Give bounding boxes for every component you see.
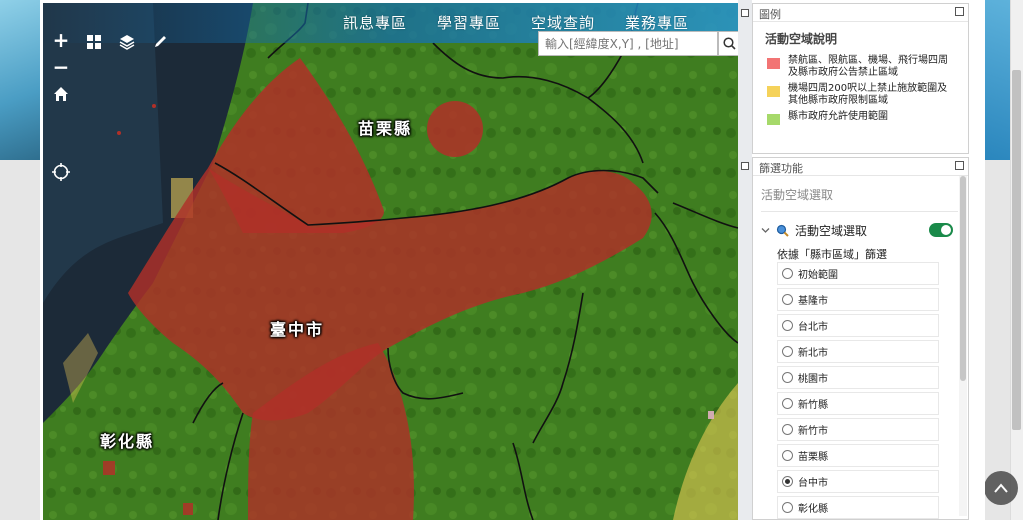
legend-item: 禁航區、限航區、機場、飛行場四周及縣市政府公告禁止區域: [767, 55, 968, 79]
chevron-down-icon[interactable]: [761, 226, 770, 235]
restricted-zone-circle: [427, 101, 483, 157]
radio-button[interactable]: [782, 320, 793, 331]
radio-option[interactable]: 新北市: [777, 340, 939, 363]
legend-item-label: 機場四周200呎以上禁止施放範圍及其他縣市政府限制區域: [788, 83, 948, 106]
radio-button[interactable]: [782, 424, 793, 435]
radio-button[interactable]: [782, 372, 793, 383]
locate-button[interactable]: [49, 160, 73, 184]
radio-option[interactable]: 苗栗縣: [777, 444, 939, 467]
radio-button[interactable]: [782, 502, 793, 513]
radio-option[interactable]: 新竹市: [777, 418, 939, 441]
legend-item: 縣市政府允許使用範圍: [767, 111, 968, 125]
home-icon: [54, 87, 68, 101]
legend-item-label: 縣市政府允許使用範圍: [788, 111, 888, 122]
restricted-spot: [117, 131, 121, 135]
grid-icon: [87, 35, 101, 49]
legend-item: 機場四周200呎以上禁止施放範圍及其他縣市政府限制區域: [767, 83, 968, 107]
search-input[interactable]: [538, 31, 718, 56]
radio-option-selected[interactable]: 台中市: [777, 470, 939, 493]
legend-panel: 圖例 活動空域說明 禁航區、限航區、機場、飛行場四周及縣市政府公告禁止區域 機場…: [752, 3, 969, 154]
filter-subtitle: 活動空域選取: [761, 188, 834, 202]
radio-button[interactable]: [782, 346, 793, 357]
radio-option[interactable]: 台北市: [777, 314, 939, 337]
radio-option[interactable]: 初始範圍: [777, 262, 939, 285]
maximize-icon[interactable]: [955, 161, 964, 170]
zoom-in-button[interactable]: +: [49, 28, 73, 52]
map-modal: 訊息專區 學習專區 空域查詢 業務專區 + − 苗栗縣 臺中市: [40, 0, 985, 520]
radio-option[interactable]: 桃園市: [777, 366, 939, 389]
page-background-left-lower: [0, 160, 40, 520]
maximize-icon[interactable]: [955, 7, 964, 16]
nav-item-messages[interactable]: 訊息專區: [343, 12, 407, 33]
radio-label: 新北市: [798, 348, 828, 359]
search-icon: [723, 37, 736, 50]
home-button[interactable]: [49, 82, 73, 106]
page-scrollbar-thumb[interactable]: [1012, 70, 1021, 430]
main-nav: 訊息專區 學習專區 空域查詢 業務專區: [343, 12, 689, 33]
radio-label: 台中市: [798, 478, 828, 489]
filter-panel: 篩選功能 活動空域選取 活動空域選取 依據「縣市區域」篩選 初始範圍 基隆市 台…: [752, 157, 969, 520]
filter-panel-header: 篩選功能: [753, 158, 968, 176]
restricted-spot: [152, 104, 156, 108]
legend-swatch-green: [767, 114, 780, 125]
layers-icon: [119, 35, 135, 50]
layers-button[interactable]: [115, 30, 139, 54]
nav-item-learning[interactable]: 學習專區: [437, 12, 501, 33]
restricted-spot: [708, 411, 714, 419]
layer-filter-row[interactable]: 活動空域選取: [761, 222, 968, 238]
legend-title: 活動空域說明: [765, 32, 838, 46]
nav-item-business[interactable]: 業務專區: [625, 12, 689, 33]
radio-button-selected[interactable]: [782, 476, 793, 487]
county-label-miaoli: 苗栗縣: [358, 119, 413, 138]
basemap-gallery-button[interactable]: [82, 30, 106, 54]
chevron-up-icon: [994, 483, 1008, 493]
county-radio-list: 初始範圍 基隆市 台北市 新北市 桃園市 新竹縣 新竹市 苗栗縣 台中市 彰化縣: [777, 262, 939, 519]
layer-filter-toggle[interactable]: [929, 223, 953, 237]
county-label-changhua: 彰化縣: [100, 432, 155, 451]
filter-panel-title: 篩選功能: [759, 162, 803, 175]
radio-option[interactable]: 彰化縣: [777, 496, 939, 519]
filter-search-icon: [776, 224, 789, 237]
county-label-taichung: 臺中市: [270, 320, 325, 339]
divider-handle[interactable]: [741, 9, 749, 17]
radio-button[interactable]: [782, 450, 793, 461]
layer-filter-label: 活動空域選取: [795, 223, 868, 238]
radio-label: 新竹市: [798, 426, 828, 437]
radio-button[interactable]: [782, 398, 793, 409]
draw-button[interactable]: [148, 30, 172, 54]
radio-option[interactable]: 新竹縣: [777, 392, 939, 415]
map-view[interactable]: 訊息專區 學習專區 空域查詢 業務專區 + − 苗栗縣 臺中市: [43, 3, 738, 520]
radio-label: 基隆市: [798, 296, 828, 307]
zoom-out-button[interactable]: −: [49, 55, 73, 79]
radio-label: 苗栗縣: [798, 452, 828, 463]
legend-panel-title: 圖例: [759, 8, 781, 21]
radio-button[interactable]: [782, 268, 793, 279]
panel-scrollbar-thumb[interactable]: [960, 176, 966, 381]
radio-label: 初始範圍: [798, 270, 838, 281]
divider: [761, 211, 958, 212]
radio-label: 台北市: [798, 322, 828, 333]
legend-swatch-yellow: [767, 86, 780, 97]
divider-handle[interactable]: [741, 162, 749, 170]
crosshair-icon: [52, 163, 70, 181]
radio-label: 桃園市: [798, 374, 828, 385]
restricted-spot: [103, 461, 115, 475]
page-background-left: [0, 0, 40, 160]
pencil-icon: [155, 36, 166, 47]
search-button[interactable]: [718, 31, 738, 56]
filter-caption: 依據「縣市區域」篩選: [777, 248, 887, 261]
radio-option[interactable]: 基隆市: [777, 288, 939, 311]
restricted-spot: [183, 503, 193, 515]
legend-item-label: 禁航區、限航區、機場、飛行場四周及縣市政府公告禁止區域: [788, 55, 948, 78]
radio-button[interactable]: [782, 294, 793, 305]
radio-label: 新竹縣: [798, 400, 828, 411]
radio-label: 彰化縣: [798, 504, 828, 515]
nav-item-airspace-query[interactable]: 空域查詢: [531, 12, 595, 33]
legend-panel-header: 圖例: [753, 4, 968, 22]
legend-swatch-red: [767, 58, 780, 69]
panel-divider[interactable]: [738, 0, 752, 520]
scroll-to-top-button[interactable]: [984, 471, 1018, 505]
